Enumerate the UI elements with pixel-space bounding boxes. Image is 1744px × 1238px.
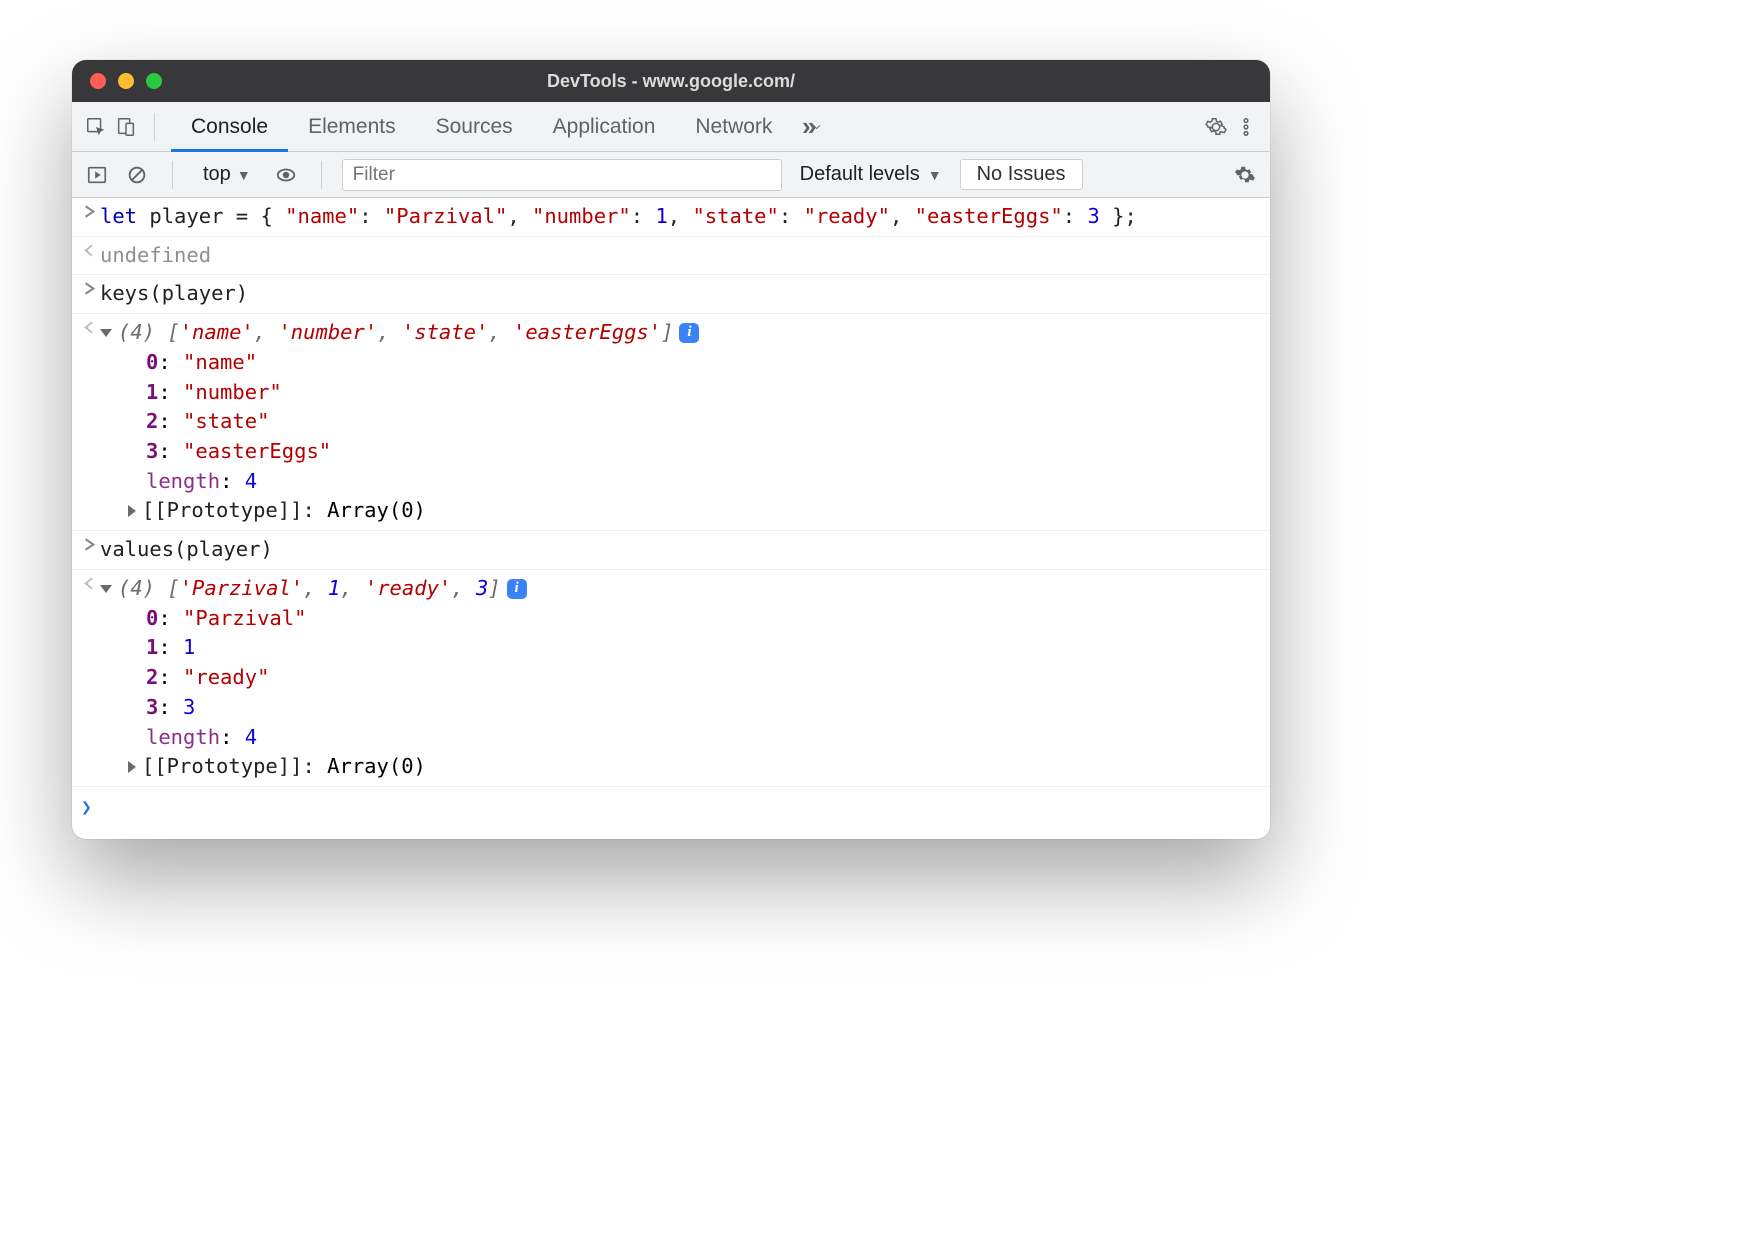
console-prompt[interactable]: ❯	[72, 787, 1270, 839]
input-caret-icon	[78, 535, 100, 551]
input-caret-icon	[78, 202, 100, 218]
expand-toggle-icon[interactable]	[100, 329, 112, 337]
clear-console-icon[interactable]	[122, 160, 152, 190]
panel-tabstrip: Console Elements Sources Application Net…	[72, 102, 1270, 152]
console-line[interactable]: let player = { "name": "Parzival", "numb…	[100, 202, 1262, 232]
settings-icon[interactable]	[1204, 115, 1228, 139]
console-row: undefined	[72, 237, 1270, 276]
console-toolbar: top ▼ Default levels ▼ No Issues	[72, 152, 1270, 198]
kebab-menu-icon[interactable]	[1234, 115, 1258, 139]
tab-sources[interactable]: Sources	[416, 102, 533, 152]
tab-application[interactable]: Application	[533, 102, 676, 152]
console-settings-icon[interactable]	[1230, 160, 1260, 190]
device-toolbar-icon[interactable]	[114, 115, 138, 139]
toggle-sidebar-icon[interactable]	[82, 160, 112, 190]
separator	[172, 161, 173, 189]
console-output: let player = { "name": "Parzival", "numb…	[72, 198, 1270, 787]
console-row: values(player)	[72, 531, 1270, 570]
devtools-window: DevTools - www.google.com/ Console Eleme…	[72, 60, 1270, 839]
array-entry[interactable]: 3: "easterEggs"	[100, 437, 1262, 467]
expand-toggle-icon[interactable]	[128, 505, 136, 517]
panel-tabs: Console Elements Sources Application Net…	[171, 102, 792, 152]
console-line[interactable]: undefined	[100, 241, 1262, 271]
output-caret-icon	[78, 318, 100, 334]
array-entry[interactable]: 1: 1	[100, 633, 1262, 663]
output-caret-icon	[78, 241, 100, 257]
chevron-down-icon: ▼	[928, 167, 942, 183]
console-line[interactable]: keys(player)	[100, 279, 1262, 309]
array-entry[interactable]: 0: "name"	[100, 348, 1262, 378]
console-row: (4) ['name', 'number', 'state', 'easterE…	[72, 314, 1270, 531]
array-entry[interactable]: 0: "Parzival"	[100, 604, 1262, 634]
info-icon[interactable]: i	[679, 323, 699, 343]
more-tabs-icon[interactable]: »	[812, 115, 836, 139]
filter-field	[342, 159, 782, 191]
issues-button[interactable]: No Issues	[960, 159, 1083, 190]
console-row: (4) ['Parzival', 1, 'ready', 3]i0: "Parz…	[72, 570, 1270, 787]
input-caret-icon	[78, 279, 100, 295]
tab-elements[interactable]: Elements	[288, 102, 416, 152]
array-summary[interactable]: (4) ['Parzival', 1, 'ready', 3]i	[100, 574, 1262, 604]
prototype-row[interactable]: [[Prototype]]: Array(0)	[100, 496, 1262, 526]
levels-label: Default levels	[800, 163, 920, 186]
tab-network[interactable]: Network	[675, 102, 792, 152]
context-selector[interactable]: top ▼	[193, 159, 261, 191]
array-entry[interactable]: 3: 3	[100, 693, 1262, 723]
output-caret-icon	[78, 574, 100, 590]
expand-toggle-icon[interactable]	[100, 585, 112, 593]
prompt-caret-icon: ❯	[81, 795, 92, 821]
separator	[154, 113, 155, 141]
array-summary[interactable]: (4) ['name', 'number', 'state', 'easterE…	[100, 318, 1262, 348]
separator	[321, 161, 322, 189]
array-entry[interactable]: 2: "ready"	[100, 663, 1262, 693]
prototype-row[interactable]: [[Prototype]]: Array(0)	[100, 752, 1262, 782]
inspect-element-icon[interactable]	[84, 115, 108, 139]
tab-console[interactable]: Console	[171, 102, 288, 152]
console-line[interactable]: values(player)	[100, 535, 1262, 565]
titlebar: DevTools - www.google.com/	[72, 60, 1270, 102]
live-expression-icon[interactable]	[271, 160, 301, 190]
array-entry[interactable]: 1: "number"	[100, 378, 1262, 408]
chevron-down-icon: ▼	[237, 167, 251, 183]
context-label: top	[203, 163, 231, 186]
array-entry[interactable]: 2: "state"	[100, 407, 1262, 437]
console-row: keys(player)	[72, 275, 1270, 314]
array-length: length: 4	[100, 723, 1262, 753]
log-levels-selector[interactable]: Default levels ▼	[792, 163, 950, 186]
filter-input[interactable]	[342, 159, 782, 191]
expand-toggle-icon[interactable]	[128, 761, 136, 773]
info-icon[interactable]: i	[507, 579, 527, 599]
array-length: length: 4	[100, 467, 1262, 497]
window-title: DevTools - www.google.com/	[72, 71, 1270, 92]
console-row: let player = { "name": "Parzival", "numb…	[72, 198, 1270, 237]
